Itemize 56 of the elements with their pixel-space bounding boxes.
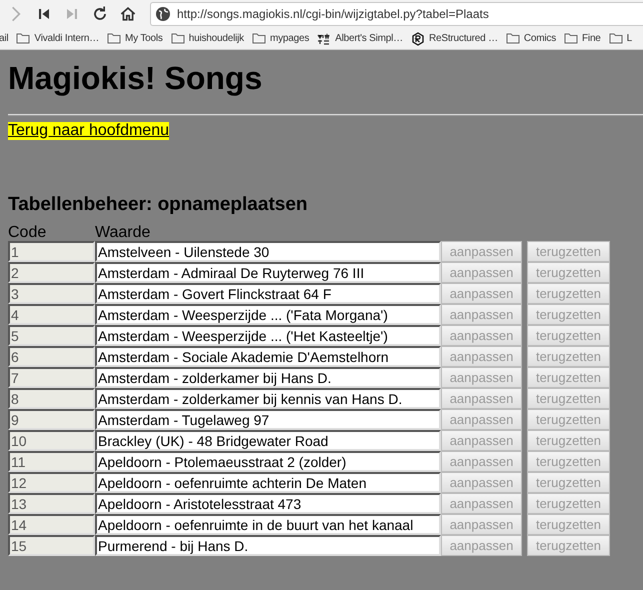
value-field[interactable]: Amsterdam - zolderkamer bij Hans D. bbox=[95, 367, 441, 388]
bookmark-item[interactable]: Vivaldi Intern… bbox=[16, 33, 100, 44]
value-field[interactable]: Amsterdam - Sociale Akademie D'Aemstelhorn bbox=[95, 346, 441, 367]
back-link[interactable]: Terug naar hoofdmenu bbox=[8, 122, 169, 140]
value-field[interactable]: Amsterdam - Weesperzijde ... ('Het Kasteeltje') bbox=[95, 325, 441, 346]
code-field[interactable]: 11 bbox=[8, 451, 95, 472]
folder-icon bbox=[252, 33, 266, 44]
code-field[interactable]: 3 bbox=[8, 283, 95, 304]
folder-icon bbox=[564, 33, 578, 44]
badge-icon bbox=[410, 32, 425, 46]
code-field[interactable]: 6 bbox=[8, 346, 95, 367]
value-field[interactable]: Amsterdam - Tugelaweg 97 bbox=[95, 409, 441, 430]
value-field[interactable]: Apeldoorn - oefenruimte in de buurt van het kanaal bbox=[95, 514, 441, 535]
url-text: http://songs.magiokis.nl/cgi-bin/wijzigtabel.py?tabel=Plaats bbox=[177, 7, 489, 21]
globe-icon bbox=[155, 6, 171, 22]
value-field[interactable]: Apeldoorn - oefenruimte achterin De Maten bbox=[95, 472, 441, 493]
value-field[interactable]: Amstelveen - Uilenstede 30 bbox=[95, 241, 441, 262]
code-field[interactable]: 10 bbox=[8, 430, 95, 451]
code-field[interactable]: 15 bbox=[8, 535, 95, 556]
bookmark-item[interactable]: huishoudelijk bbox=[170, 33, 244, 44]
folder-icon bbox=[170, 33, 185, 44]
page-title: Magiokis! Songs bbox=[8, 60, 264, 97]
code-field[interactable]: 13 bbox=[8, 493, 95, 514]
bookmark-item[interactable]: Albert's Simpl… bbox=[317, 32, 403, 44]
bookmark-item[interactable]: Comics bbox=[506, 33, 556, 44]
value-field[interactable]: Amsterdam - Weesperzijde ... ('Fata Morgana') bbox=[95, 304, 441, 325]
bookmark-item[interactable]: L bbox=[608, 33, 632, 44]
address-bar[interactable]: http://songs.magiokis.nl/cgi-bin/wijzigtabel.py?tabel=Plaats bbox=[150, 2, 643, 26]
folder-icon bbox=[506, 33, 520, 44]
value-field[interactable]: Amsterdam - zolderkamer bij kennis van Hans D. bbox=[95, 388, 441, 409]
value-field[interactable]: Purmerend - bij Hans D. bbox=[95, 535, 441, 556]
column-header: Code bbox=[8, 225, 48, 241]
code-field[interactable]: 8 bbox=[8, 388, 95, 409]
code-field[interactable]: 5 bbox=[8, 325, 95, 346]
site-icon bbox=[317, 32, 332, 44]
code-field[interactable]: 7 bbox=[8, 367, 95, 388]
code-field[interactable]: 12 bbox=[8, 472, 95, 493]
bookmark-item[interactable]: mypages bbox=[252, 33, 310, 44]
value-field[interactable]: Amsterdam - Govert Flinckstraat 64 F bbox=[95, 283, 441, 304]
code-field[interactable]: 14 bbox=[8, 514, 95, 535]
section-heading: Tabellenbeheer: opnameplaatsen bbox=[8, 194, 309, 216]
value-field[interactable]: Brackley (UK) - 48 Bridgewater Road bbox=[95, 430, 441, 451]
bookmark-item[interactable]: Fine bbox=[564, 33, 601, 44]
value-field[interactable]: Amsterdam - Admiraal De Ruyterweg 76 III bbox=[95, 262, 441, 283]
value-field[interactable]: Apeldoorn - Ptolemaeusstraat 2 (zolder) bbox=[95, 451, 441, 472]
column-header: Waarde bbox=[95, 225, 152, 241]
folder-icon bbox=[608, 33, 623, 44]
folder-icon bbox=[107, 33, 122, 44]
value-field[interactable]: Apeldoorn - Aristotelesstraat 473 bbox=[95, 493, 441, 514]
code-field[interactable]: 4 bbox=[8, 304, 95, 325]
code-field[interactable]: 2 bbox=[8, 262, 95, 283]
bookmark-item[interactable]: My Tools bbox=[107, 33, 163, 44]
bookmark-item[interactable]: ReStructured … bbox=[410, 32, 498, 46]
code-field[interactable]: 1 bbox=[8, 241, 95, 262]
code-field[interactable]: 9 bbox=[8, 409, 95, 430]
folder-icon bbox=[16, 33, 30, 44]
